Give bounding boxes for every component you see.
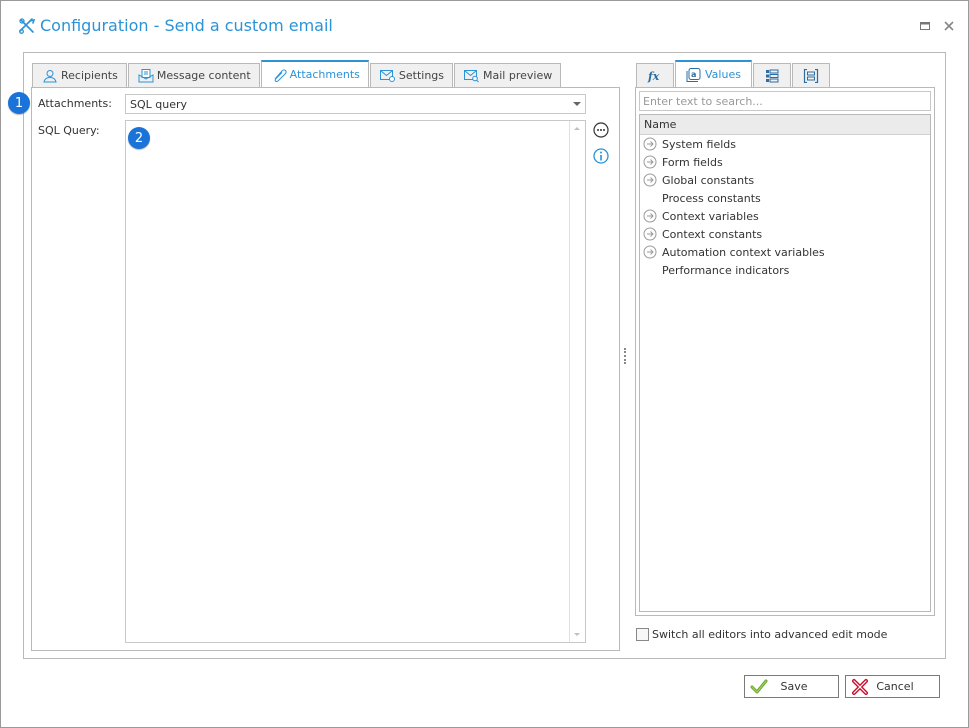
cancel-label: Cancel [876,680,914,693]
maximize-button[interactable] [920,21,930,31]
attachments-dropdown-value: SQL query [130,97,188,111]
tab-label: Message content [156,69,251,82]
tree-item-label: Context constants [662,227,763,241]
expand-arrow-icon[interactable] [643,155,657,169]
tab-label: Attachments [289,68,360,81]
expand-arrow-icon[interactable] [643,245,657,259]
person-icon [43,69,57,82]
sql-query-label: SQL Query: [38,124,100,137]
tab-label: Mail preview [483,69,553,82]
cancel-x-icon [852,678,868,695]
tab-list[interactable] [752,63,791,87]
bracket-list-icon [803,68,819,83]
tab-message-content[interactable]: Message content [127,63,260,87]
maximize-icon [920,21,930,30]
tab-bracket-list[interactable] [791,63,830,87]
mail-gear-icon [379,69,395,82]
tools-icon [19,17,36,34]
advanced-mode-label: Switch all editors into advanced edit mo… [652,628,888,641]
tree-item-label: Form fields [662,155,723,169]
close-button[interactable] [944,21,954,31]
scroll-up-icon[interactable] [574,127,580,130]
list-icon [765,69,779,82]
tree-item-label: System fields [662,137,736,151]
at-values-icon: a [686,67,701,82]
tree-item-label: Global constants [662,173,755,187]
expand-arrow-icon[interactable] [643,209,657,223]
tab-label: Recipients [61,69,118,82]
tab-recipients[interactable]: Recipients [32,63,127,87]
config-tabs: Recipients Message content Attachments S… [32,60,562,87]
tab-functions[interactable]: fx [636,63,674,87]
title-bar: Configuration - Send a custom email [18,16,333,35]
tree-item-label: Performance indicators [662,263,790,277]
sql-query-scrollbar[interactable] [569,121,585,642]
expand-arrow-icon[interactable] [643,227,657,241]
tab-values[interactable]: a Values [675,60,752,87]
tree-item-label: Context variables [662,209,759,223]
cancel-button[interactable]: Cancel [845,675,940,698]
message-icon [138,68,154,82]
tree-item[interactable]: Automation context variables [640,243,930,261]
mail-search-icon [464,69,479,82]
advanced-mode-option: Switch all editors into advanced edit mo… [636,628,887,641]
svg-text:fx: fx [647,70,660,83]
tab-mail-preview[interactable]: Mail preview [454,63,562,87]
tab-label: Values [705,68,741,81]
panel-splitter[interactable] [624,348,626,364]
attachments-dropdown[interactable]: SQL query [125,94,586,114]
step-badge-2: 2 [128,127,150,149]
tab-label: Settings [398,69,445,82]
more-options-icon[interactable] [593,122,609,138]
tab-attachments[interactable]: Attachments [260,60,369,87]
close-icon [944,21,954,31]
fx-icon: fx [647,70,660,83]
svg-text:a: a [691,70,696,79]
name-column-header[interactable]: Name [640,115,930,135]
step-badge-1: 1 [8,92,30,114]
paperclip-icon [274,68,287,82]
tree-item-label: Automation context variables [662,245,825,259]
expand-arrow-icon[interactable] [643,173,657,187]
values-search-input[interactable] [639,91,931,111]
save-label: Save [780,680,808,693]
save-button[interactable]: Save [744,675,839,698]
advanced-mode-checkbox[interactable] [636,628,649,641]
tree-item[interactable]: Process constants [640,189,930,207]
scroll-down-icon[interactable] [574,633,580,636]
tree-item[interactable]: Context constants [640,225,930,243]
info-icon[interactable] [593,148,609,164]
chevron-down-icon [573,102,581,106]
tree-item-label: Process constants [662,191,761,205]
tree-item[interactable]: Performance indicators [640,261,930,279]
values-tabs: fx a Values [636,60,831,87]
tree-item[interactable]: Context variables [640,207,930,225]
checkmark-icon [750,679,768,693]
tree-item[interactable]: Form fields [640,153,930,171]
sql-query-editor[interactable] [125,120,586,643]
dialog-title: Configuration - Send a custom email [40,16,333,35]
expand-arrow-icon[interactable] [643,137,657,151]
tree-item[interactable]: System fields [640,135,930,153]
values-tree: Name System fields Form fields Global cons… [639,114,931,612]
tree-item[interactable]: Global constants [640,171,930,189]
attachments-label: Attachments: [38,97,112,110]
tab-settings[interactable]: Settings [369,63,454,87]
